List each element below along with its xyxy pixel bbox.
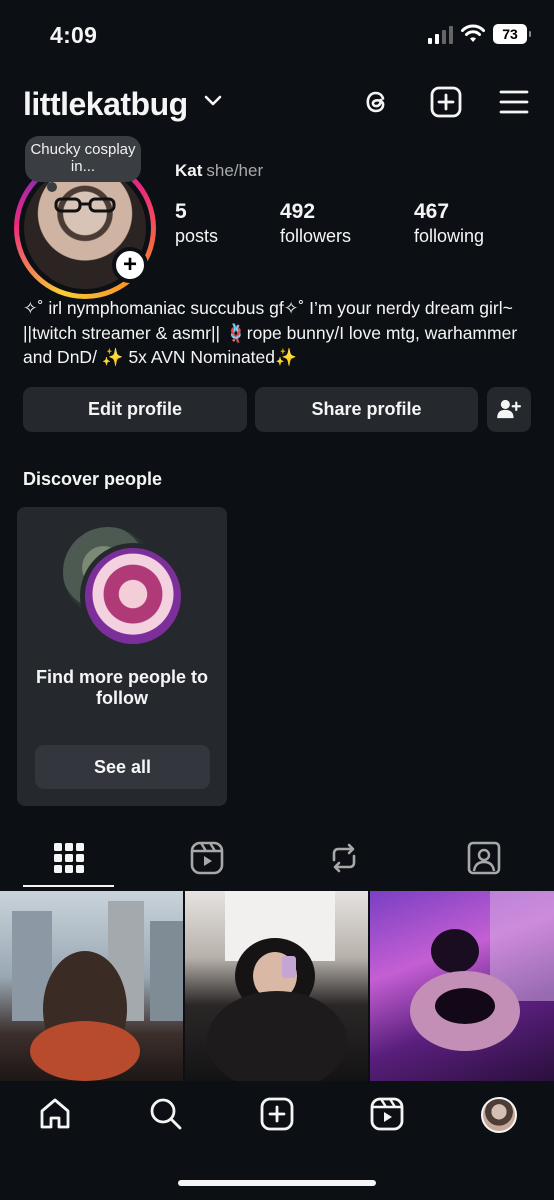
- wifi-icon: [461, 24, 485, 42]
- following-count: 467: [414, 200, 450, 223]
- followers-stat[interactable]: 492 followers: [280, 200, 351, 248]
- username-switcher[interactable]: littlekatbug: [23, 86, 188, 123]
- posts-stat[interactable]: 5 posts: [175, 200, 218, 248]
- discover-people-button[interactable]: [487, 387, 531, 432]
- profile-header: littlekatbug: [0, 80, 554, 130]
- tagged-icon[interactable]: [466, 840, 502, 876]
- create-icon[interactable]: [260, 1097, 294, 1131]
- add-story-button[interactable]: +: [112, 247, 148, 283]
- discover-people-title: Discover people: [23, 469, 163, 489]
- glasses-detail: [54, 197, 116, 213]
- following-label: following: [414, 226, 485, 246]
- post-thumbnail[interactable]: [370, 891, 554, 1081]
- share-profile-button[interactable]: Share profile: [255, 387, 478, 432]
- suggested-avatar-2: [85, 548, 181, 644]
- chevron-down-icon[interactable]: [204, 94, 222, 108]
- profile-tab-avatar[interactable]: [481, 1097, 517, 1133]
- search-icon[interactable]: [149, 1097, 183, 1131]
- reels-icon[interactable]: [370, 1097, 404, 1131]
- posts-count: 5: [175, 200, 187, 223]
- mirror-selfie-image: [207, 891, 347, 1081]
- purple-room-image: [410, 891, 554, 1051]
- edit-profile-button[interactable]: Edit profile: [23, 387, 247, 432]
- grid-icon[interactable]: [51, 840, 87, 876]
- followers-label: followers: [280, 226, 352, 246]
- window-scene-image: [12, 901, 183, 1081]
- see-all-button[interactable]: See all: [35, 745, 210, 789]
- home-icon[interactable]: [38, 1097, 72, 1131]
- create-post-icon[interactable]: [430, 86, 462, 118]
- home-indicator: [178, 1180, 376, 1186]
- menu-icon[interactable]: [498, 86, 530, 118]
- cellular-signal-icon: [428, 26, 453, 44]
- reposts-icon[interactable]: [326, 840, 362, 876]
- profile-name-line: Kat she/her: [175, 161, 263, 181]
- battery-icon: 73: [493, 24, 531, 44]
- add-person-icon: [497, 399, 521, 419]
- threads-icon[interactable]: [361, 86, 393, 118]
- reels-icon[interactable]: [189, 840, 225, 876]
- status-bar: 4:09 73: [0, 0, 554, 70]
- profile-pronouns: she/her: [206, 161, 264, 180]
- profile-note[interactable]: Chucky cosplay in...: [25, 136, 141, 192]
- status-time: 4:09: [50, 22, 98, 48]
- active-tab-indicator: [23, 885, 114, 887]
- post-thumbnail[interactable]: [0, 891, 183, 1081]
- profile-name: Kat: [175, 161, 203, 180]
- discover-card-text: Find more people to follow: [35, 667, 208, 708]
- following-stat[interactable]: 467 following: [414, 200, 484, 248]
- profile-bio: ✧˚ irl nymphomaniac succubus gf✧˚ I’m yo…: [23, 298, 518, 367]
- posts-label: posts: [175, 226, 219, 246]
- post-thumbnail[interactable]: [185, 891, 368, 1081]
- followers-count: 492: [280, 200, 316, 223]
